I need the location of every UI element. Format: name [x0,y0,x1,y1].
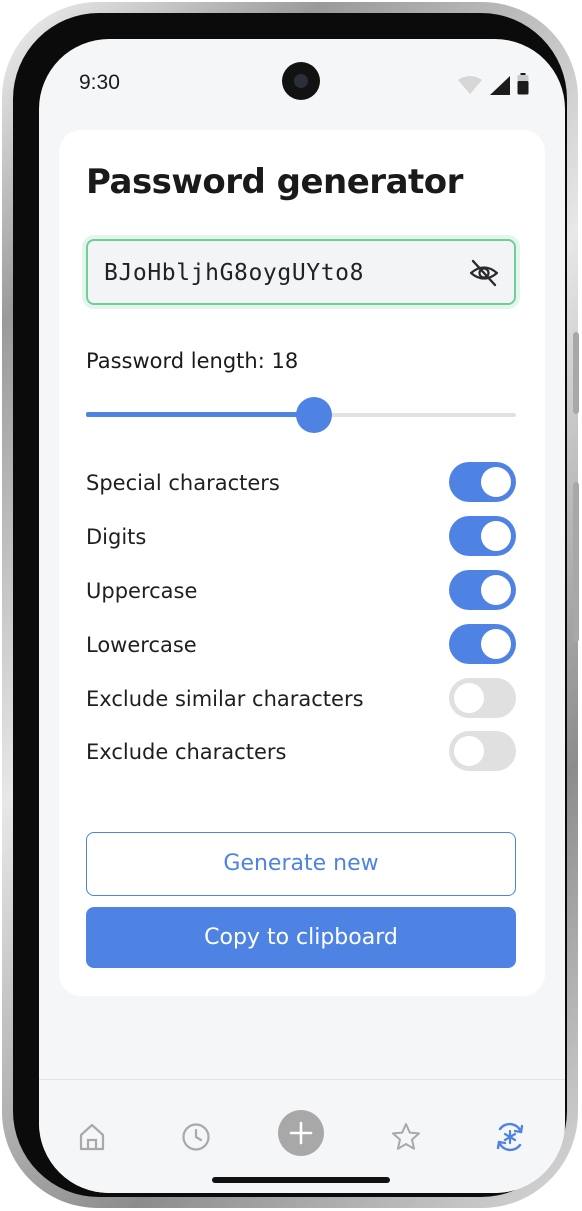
home-icon [79,1123,105,1151]
front-camera [282,62,320,100]
password-length-slider[interactable] [86,397,516,433]
option-label: Lowercase [86,633,197,657]
exclude-characters-toggle[interactable] [449,731,516,771]
uppercase-toggle[interactable] [449,570,516,610]
option-label: Exclude similar characters [86,687,364,711]
password-generator-icon [496,1122,524,1152]
nav-favorites[interactable] [383,1114,429,1160]
exclude-similar-toggle[interactable] [449,678,516,718]
screen: 9:30 Password generator BJoHbljhG8oygUYt… [39,39,565,1193]
clock-icon [182,1123,210,1151]
option-label: Digits [86,525,147,549]
power-button [573,482,579,642]
nav-add[interactable] [278,1110,324,1156]
password-field[interactable]: BJoHbljhG8oygUYto8 [86,239,516,305]
add-icon [289,1121,313,1145]
generate-new-button[interactable]: Generate new [86,832,516,896]
option-label: Special characters [86,471,280,495]
toggle-knob [454,736,484,766]
option-digits: Digits [86,516,516,558]
eye-off-icon[interactable] [468,257,500,289]
lowercase-toggle[interactable] [449,624,516,664]
status-time: 9:30 [79,71,120,94]
option-uppercase: Uppercase [86,570,516,612]
option-lowercase: Lowercase [86,624,516,666]
option-special-characters: Special characters [86,462,516,504]
home-indicator [212,1177,390,1183]
option-label: Uppercase [86,579,198,603]
nav-home[interactable] [69,1114,115,1160]
star-icon [392,1123,420,1150]
password-value: BJoHbljhG8oygUYto8 [104,260,365,286]
toggle-knob [481,467,511,497]
password-length-label: Password length: 18 [86,349,299,373]
nav-password-generator[interactable] [487,1114,533,1160]
bottom-navigation [39,1079,565,1193]
option-exclude-similar: Exclude similar characters [86,678,516,720]
battery-icon [517,73,529,95]
toggle-knob [481,575,511,605]
status-icons [457,73,529,95]
slider-thumb[interactable] [296,397,332,433]
nav-history[interactable] [173,1114,219,1160]
special-characters-toggle[interactable] [449,462,516,502]
page-title: Password generator [86,162,463,202]
wifi-icon [458,76,482,94]
slider-fill [86,412,314,417]
option-exclude-characters: Exclude characters [86,731,516,773]
volume-button [573,332,579,414]
toggle-knob [481,629,511,659]
toggle-knob [454,683,484,713]
option-label: Exclude characters [86,740,287,764]
copy-to-clipboard-button[interactable]: Copy to clipboard [86,907,516,968]
signal-icon [490,76,510,95]
digits-toggle[interactable] [449,516,516,556]
phone-frame: 9:30 Password generator BJoHbljhG8oygUYt… [2,2,579,1208]
password-generator-card: Password generator BJoHbljhG8oygUYto8 Pa… [59,130,545,996]
toggle-knob [481,521,511,551]
phone-bezel: 9:30 Password generator BJoHbljhG8oygUYt… [13,13,567,1197]
